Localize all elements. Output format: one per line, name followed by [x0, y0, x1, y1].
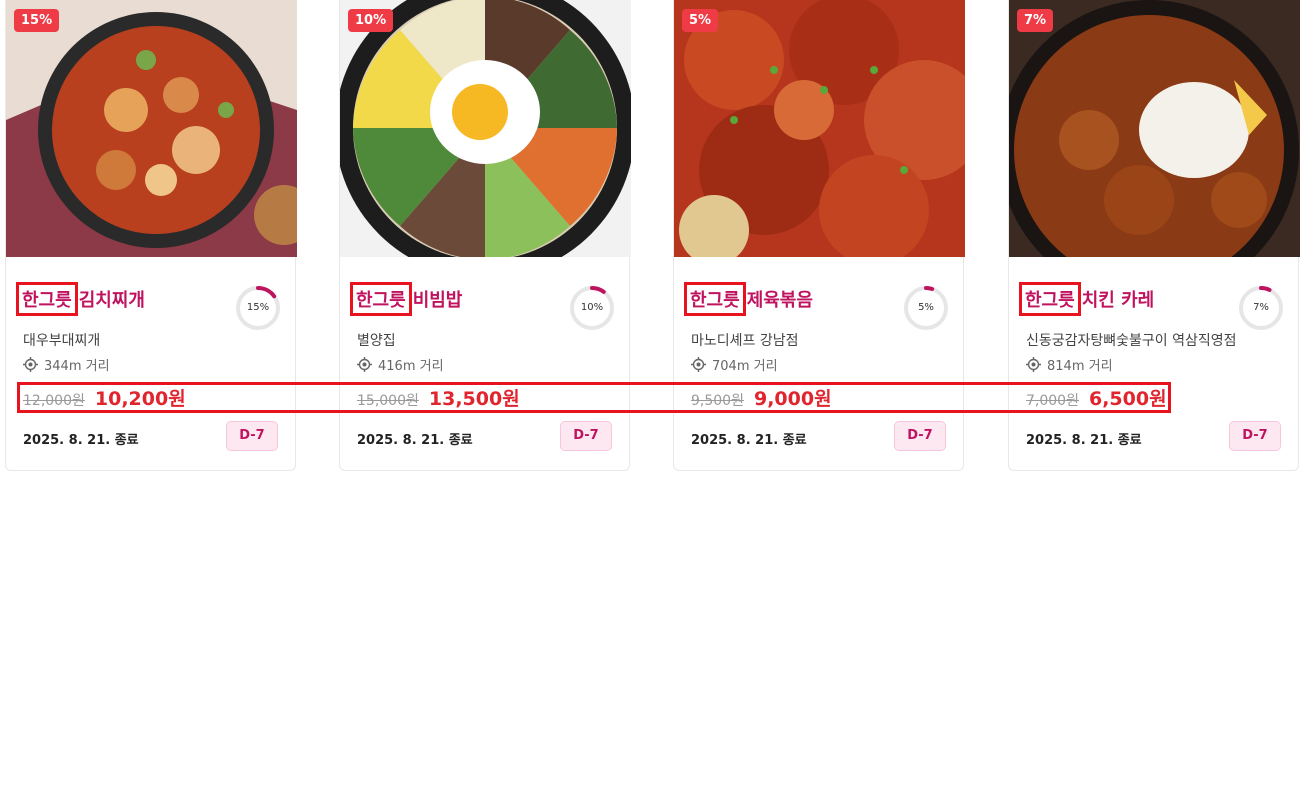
category-tag: 한그릇 [16, 282, 78, 316]
deal-card[interactable]: 15% 한그릇 김치찌개 15% 대우부대찌개 344m 거리 12,000원 1… [5, 0, 297, 471]
gauge-label: 15% [246, 302, 270, 313]
gauge-label: 5% [918, 302, 934, 313]
price-row: 9,500원 9,000원 [691, 384, 832, 411]
store-name: 마노디셰프 강남점 [691, 333, 799, 349]
original-price: 9,500원 [691, 393, 744, 409]
food-image-chicken-curry: 7% [1009, 0, 1300, 257]
discount-gauge: 5% [903, 285, 949, 331]
gauge-label: 7% [1253, 302, 1269, 313]
sale-price: 10,200원 [94, 388, 186, 410]
food-image-bibimbap: 10% [340, 0, 631, 257]
price-row: 7,000원 6,500원 [1026, 384, 1167, 411]
store-name: 신동궁감자탕뼈숯불구이 역삼직영점 [1026, 333, 1237, 349]
price-row: 15,000원 13,500원 [357, 384, 520, 411]
price-row: 12,000원 10,200원 [23, 384, 186, 411]
menu-name: 김치찌개 [78, 290, 145, 311]
deal-card[interactable]: 5% 한그릇 제육볶음 5% 마노디셰프 강남점 704m 거리 9,500원 9… [673, 0, 965, 471]
store-name: 대우부대찌개 [23, 333, 101, 349]
location-target-icon [23, 357, 38, 372]
distance: 416m 거리 [357, 355, 444, 374]
category-tag: 한그릇 [684, 282, 746, 316]
discount-badge: 7% [1017, 9, 1054, 32]
location-target-icon [691, 357, 706, 372]
sale-price: 6,500원 [1088, 388, 1167, 410]
original-price: 15,000원 [357, 393, 419, 409]
end-date: 2025. 8. 21. 종료 [23, 433, 139, 448]
distance: 344m 거리 [23, 355, 110, 374]
end-date: 2025. 8. 21. 종료 [1026, 433, 1142, 448]
menu-title: 한그릇 비빔밥 [350, 282, 463, 316]
category-tag: 한그릇 [350, 282, 412, 316]
food-image-kimchi-jjigae: 15% [6, 0, 297, 257]
distance: 704m 거리 [691, 355, 778, 374]
distance-text: 814m 거리 [1047, 359, 1113, 374]
sale-price: 13,500원 [428, 388, 520, 410]
menu-name: 비빔밥 [412, 290, 463, 311]
end-date: 2025. 8. 21. 종료 [691, 433, 807, 448]
distance-text: 344m 거리 [44, 359, 110, 374]
distance: 814m 거리 [1026, 355, 1113, 374]
store-name: 별양집 [357, 333, 396, 349]
deal-card[interactable]: 10% 한그릇 비빔밥 10% 별양집 416m 거리 15,000원 13,50… [339, 0, 631, 471]
discount-gauge: 15% [235, 285, 281, 331]
dday-badge: D-7 [226, 421, 278, 451]
gauge-label: 10% [580, 302, 604, 313]
menu-name: 치킨 카레 [1081, 290, 1155, 311]
category-tag: 한그릇 [1019, 282, 1081, 316]
discount-badge: 10% [348, 9, 394, 32]
sale-price: 9,000원 [753, 388, 832, 410]
food-image-jeyuk-bokkeum: 5% [674, 0, 965, 257]
menu-title: 한그릇 김치찌개 [16, 282, 145, 316]
discount-badge: 15% [14, 9, 60, 32]
original-price: 12,000원 [23, 393, 85, 409]
dday-badge: D-7 [1229, 421, 1281, 451]
end-date: 2025. 8. 21. 종료 [357, 433, 473, 448]
dday-badge: D-7 [560, 421, 612, 451]
dday-badge: D-7 [894, 421, 946, 451]
location-target-icon [1026, 357, 1041, 372]
menu-name: 제육볶음 [746, 290, 813, 311]
menu-title: 한그릇 치킨 카레 [1019, 282, 1155, 316]
deal-card[interactable]: 7% 한그릇 치킨 카레 7% 신동궁감자탕뼈숯불구이 역삼직영점 814m 거리… [1008, 0, 1300, 471]
distance-text: 704m 거리 [712, 359, 778, 374]
menu-title: 한그릇 제육볶음 [684, 282, 813, 316]
distance-text: 416m 거리 [378, 359, 444, 374]
discount-gauge: 10% [569, 285, 615, 331]
location-target-icon [357, 357, 372, 372]
discount-gauge: 7% [1238, 285, 1284, 331]
original-price: 7,000원 [1026, 393, 1079, 409]
discount-badge: 5% [682, 9, 719, 32]
